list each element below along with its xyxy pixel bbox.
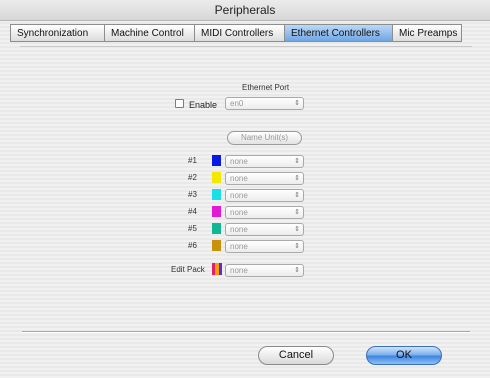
unit-select[interactable]: none ⇕: [225, 189, 304, 202]
updown-arrows-icon: ⇕: [294, 243, 300, 250]
edit-pack-select-value: none: [230, 266, 248, 275]
updown-arrows-icon: ⇕: [294, 175, 300, 182]
ethernet-port-value: en0: [230, 99, 244, 108]
unit-color-swatch: [212, 240, 221, 251]
unit-label: #5: [188, 224, 197, 233]
unit-select[interactable]: none ⇕: [225, 155, 304, 168]
unit-color-swatch: [212, 223, 221, 234]
name-units-label: Name Unit(s): [240, 133, 289, 142]
unit-select[interactable]: none ⇕: [225, 206, 304, 219]
enable-checkbox[interactable]: [175, 99, 184, 108]
cancel-button[interactable]: Cancel: [258, 346, 334, 365]
edit-pack-stripe: [218, 263, 222, 275]
edit-pack-color-swatch: [212, 263, 222, 275]
updown-arrows-icon: ⇕: [294, 100, 300, 107]
tab-ethernet-controllers[interactable]: Ethernet Controllers: [284, 24, 392, 42]
unit-label: #1: [188, 156, 197, 165]
unit-select-value: none: [230, 157, 248, 166]
tab-bar: Synchronization Machine Control MIDI Con…: [10, 24, 462, 44]
ok-button[interactable]: OK: [366, 346, 442, 365]
updown-arrows-icon: ⇕: [294, 192, 300, 199]
unit-select-value: none: [230, 242, 248, 251]
tab-machine-control[interactable]: Machine Control: [104, 24, 194, 42]
unit-select[interactable]: none ⇕: [225, 240, 304, 253]
unit-color-swatch: [212, 155, 221, 166]
unit-select[interactable]: none ⇕: [225, 223, 304, 236]
unit-select-value: none: [230, 225, 248, 234]
unit-select-value: none: [230, 191, 248, 200]
enable-label: Enable: [189, 100, 218, 110]
ethernet-port-select[interactable]: en0 ⇕: [225, 97, 304, 110]
unit-color-swatch: [212, 206, 221, 217]
unit-label: #2: [188, 173, 197, 182]
edit-pack-label: Edit Pack: [171, 265, 205, 274]
unit-label: #4: [188, 207, 197, 216]
updown-arrows-icon: ⇕: [294, 267, 300, 274]
edit-pack-select[interactable]: none ⇕: [225, 264, 304, 277]
unit-label: #6: [188, 241, 197, 250]
unit-color-swatch: [212, 172, 221, 183]
tab-midi-controllers[interactable]: MIDI Controllers: [194, 24, 284, 42]
name-units-button[interactable]: Name Unit(s): [227, 131, 302, 145]
tab-synchronization[interactable]: Synchronization: [10, 24, 104, 42]
unit-color-swatch: [212, 189, 221, 200]
unit-label: #3: [188, 190, 197, 199]
footer-divider: [22, 331, 470, 333]
updown-arrows-icon: ⇕: [294, 158, 300, 165]
ethernet-port-heading: Ethernet Port: [242, 83, 290, 92]
unit-select-value: none: [230, 208, 248, 217]
updown-arrows-icon: ⇕: [294, 226, 300, 233]
updown-arrows-icon: ⇕: [294, 209, 300, 216]
unit-select-value: none: [230, 174, 248, 183]
window-title: Peripherals: [0, 0, 490, 21]
tab-mic-preamps[interactable]: Mic Preamps: [392, 24, 462, 42]
unit-select[interactable]: none ⇕: [225, 172, 304, 185]
